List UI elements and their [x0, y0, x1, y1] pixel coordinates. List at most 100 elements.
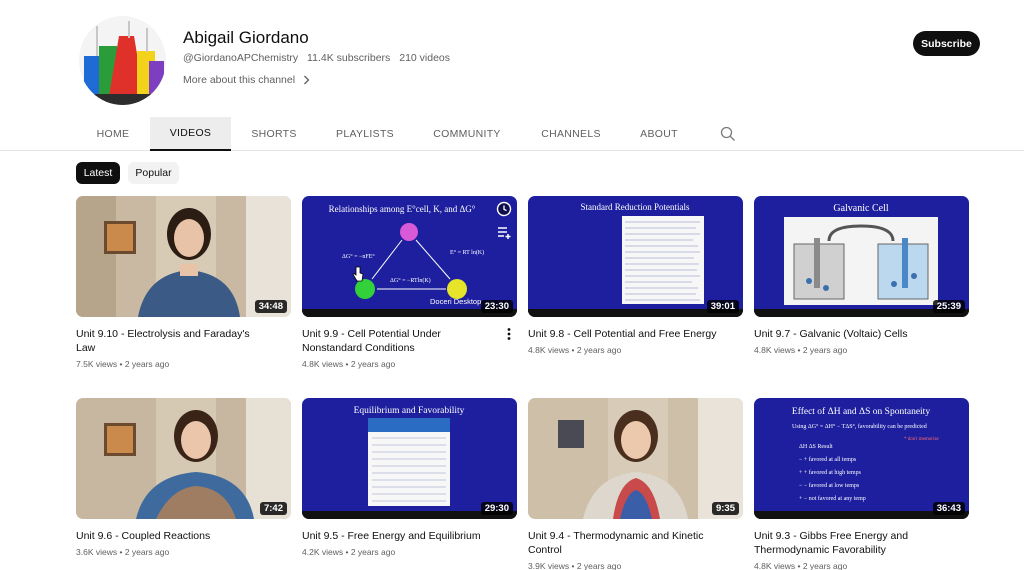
tab-community[interactable]: COMMUNITY [432, 117, 502, 150]
cursor-hand-icon [352, 266, 364, 282]
thumbnail-image: Galvanic Cell [754, 196, 969, 317]
tab-videos[interactable]: VIDEOS [150, 117, 231, 151]
more-about-link[interactable]: More about this channel [183, 74, 310, 86]
video-thumbnail[interactable]: Relationships among E°cell, K, and ΔG° Δ… [302, 196, 517, 317]
video-title[interactable]: Unit 9.10 - Electrolysis and Faraday's L… [76, 327, 271, 355]
video-duration: 23:30 [480, 300, 513, 313]
video-card[interactable]: Equilibrium and Favorability 29:30 Unit … [302, 398, 517, 557]
upload-age: 2 years ago [124, 547, 170, 557]
video-thumbnail[interactable]: Equilibrium and Favorability 29:30 [302, 398, 517, 519]
search-icon[interactable] [719, 125, 737, 143]
view-count: 4.2K views [302, 547, 344, 557]
video-title[interactable]: Unit 9.4 - Thermodynamic and Kinetic Con… [528, 529, 723, 557]
view-count: 3.9K views [528, 561, 570, 570]
video-card[interactable]: 7:42 Unit 9.6 - Coupled Reactions 3.6K v… [76, 398, 291, 557]
video-meta: 7.5K views • 2 years ago [76, 359, 170, 369]
clock-icon[interactable] [496, 201, 512, 217]
upload-age: 2 years ago [576, 561, 622, 570]
thumbnail-slide-title: Galvanic Cell [833, 203, 888, 214]
thumbnail-image [76, 196, 291, 317]
more-actions-icon[interactable] [505, 327, 513, 341]
video-title[interactable]: Unit 9.7 - Galvanic (Voltaic) Cells [754, 327, 949, 341]
video-meta: 4.8K views • 2 years ago [302, 359, 396, 369]
subscriber-count: 11.4K subscribers [307, 52, 391, 64]
thumbnail-slide-title: Effect of ΔH and ΔS on Spontaneity [792, 406, 930, 417]
video-duration: 34:48 [254, 300, 287, 313]
video-card[interactable]: Relationships among E°cell, K, and ΔG° Δ… [302, 196, 517, 369]
video-card[interactable]: Effect of ΔH and ΔS on Spontaneity Using… [754, 398, 969, 570]
thumbnail-image: Standard Reduction Potentials [528, 196, 743, 317]
video-meta: 3.9K views • 2 years ago [528, 561, 622, 570]
video-title[interactable]: Unit 9.9 - Cell Potential Under Nonstand… [302, 327, 497, 355]
view-count: 7.5K views [76, 359, 118, 369]
video-meta: 4.8K views • 2 years ago [754, 345, 848, 355]
video-count: 210 videos [399, 52, 451, 64]
channel-handle: @GiordanoAPChemistry [183, 52, 299, 64]
video-meta: 4.8K views • 2 years ago [528, 345, 622, 355]
video-thumbnail[interactable]: Effect of ΔH and ΔS on Spontaneity Using… [754, 398, 969, 519]
svg-text:* don't memorize: * don't memorize [904, 437, 940, 442]
avatar-image [79, 16, 166, 105]
channel-tabs: HOME VIDEOS SHORTS PLAYLISTS COMMUNITY C… [0, 117, 1024, 151]
svg-text:ΔG° = −RTln(K): ΔG° = −RTln(K) [390, 277, 431, 284]
video-title[interactable]: Unit 9.6 - Coupled Reactions [76, 529, 271, 543]
channel-meta: @GiordanoAPChemistry 11.4K subscribers 2… [183, 52, 456, 64]
upload-age: 2 years ago [350, 547, 396, 557]
video-title[interactable]: Unit 9.8 - Cell Potential and Free Energ… [528, 327, 723, 341]
tab-about[interactable]: ABOUT [638, 117, 680, 150]
subscribe-button[interactable]: Subscribe [913, 31, 980, 56]
view-count: 4.8K views [754, 345, 796, 355]
video-title[interactable]: Unit 9.5 - Free Energy and Equilibrium [302, 529, 497, 543]
upload-age: 2 years ago [350, 359, 396, 369]
video-thumbnail[interactable]: 34:48 [76, 196, 291, 317]
thumbnail-image: Effect of ΔH and ΔS on Spontaneity Using… [754, 398, 969, 519]
video-duration: 7:42 [259, 502, 287, 515]
video-duration: 9:35 [711, 502, 739, 515]
thumbnail-image [528, 398, 743, 519]
tab-playlists[interactable]: PLAYLISTS [334, 117, 396, 150]
thumbnail-slide-title: Equilibrium and Favorability [354, 406, 465, 416]
thumbnail-slide-title: Relationships among E°cell, K, and ΔG° [329, 204, 476, 214]
upload-age: 2 years ago [124, 359, 170, 369]
svg-text:ΔG° = −nFE°: ΔG° = −nFE° [342, 253, 375, 260]
chip-popular[interactable]: Popular [128, 162, 179, 184]
video-thumbnail[interactable]: Galvanic Cell 25:39 [754, 196, 969, 317]
video-thumbnail[interactable]: 9:35 [528, 398, 743, 519]
upload-age: 2 years ago [802, 345, 848, 355]
video-title[interactable]: Unit 9.3 - Gibbs Free Energy and Thermod… [754, 529, 949, 557]
video-card[interactable]: 9:35 Unit 9.4 - Thermodynamic and Kineti… [528, 398, 743, 570]
add-to-queue-icon[interactable] [496, 224, 512, 240]
svg-text:Using ΔG° = ΔH° − TΔS°, favora: Using ΔG° = ΔH° − TΔS°, favorability can… [792, 423, 927, 430]
video-duration: 29:30 [480, 502, 513, 515]
thumbnail-image: Equilibrium and Favorability [302, 398, 517, 519]
view-count: 4.8K views [754, 561, 796, 570]
channel-name: Abigail Giordano [183, 28, 309, 47]
tab-channels[interactable]: CHANNELS [540, 117, 602, 150]
video-meta: 3.6K views • 2 years ago [76, 547, 170, 557]
tab-shorts[interactable]: SHORTS [250, 117, 298, 150]
svg-text:E° = RT ln(K): E° = RT ln(K) [450, 249, 484, 256]
video-card[interactable]: 34:48 Unit 9.10 - Electrolysis and Farad… [76, 196, 291, 369]
channel-avatar[interactable] [79, 16, 166, 105]
video-duration: 39:01 [706, 300, 739, 313]
svg-text:ΔH ΔS Result: ΔH ΔS Result [799, 444, 833, 450]
video-card[interactable]: Standard Reduction Potentials 39:01 Unit… [528, 196, 743, 355]
thumbnail-slide-title: Standard Reduction Potentials [581, 202, 690, 212]
svg-text:+ − not favored at a: + − not favored at any temp [799, 495, 866, 502]
view-count: 4.8K views [302, 359, 344, 369]
view-count: 4.8K views [528, 345, 570, 355]
chip-latest[interactable]: Latest [76, 162, 120, 184]
thumbnail-watermark: Doceri Desktop [430, 297, 481, 306]
thumbnail-image: Relationships among E°cell, K, and ΔG° Δ… [302, 196, 517, 317]
video-duration: 25:39 [932, 300, 965, 313]
video-duration: 36:43 [932, 502, 965, 515]
video-thumbnail[interactable]: 7:42 [76, 398, 291, 519]
chevron-right-icon [304, 75, 310, 85]
more-about-label: More about this channel [183, 74, 296, 86]
tab-home[interactable]: HOME [93, 117, 133, 150]
video-meta: 4.8K views • 2 years ago [754, 561, 848, 570]
video-meta: 4.2K views • 2 years ago [302, 547, 396, 557]
video-card[interactable]: Galvanic Cell 25:39 Unit 9.7 - Galvanic … [754, 196, 969, 355]
video-thumbnail[interactable]: Standard Reduction Potentials 39:01 [528, 196, 743, 317]
svg-text:− + favored at all t: − + favored at all temps [799, 456, 857, 463]
